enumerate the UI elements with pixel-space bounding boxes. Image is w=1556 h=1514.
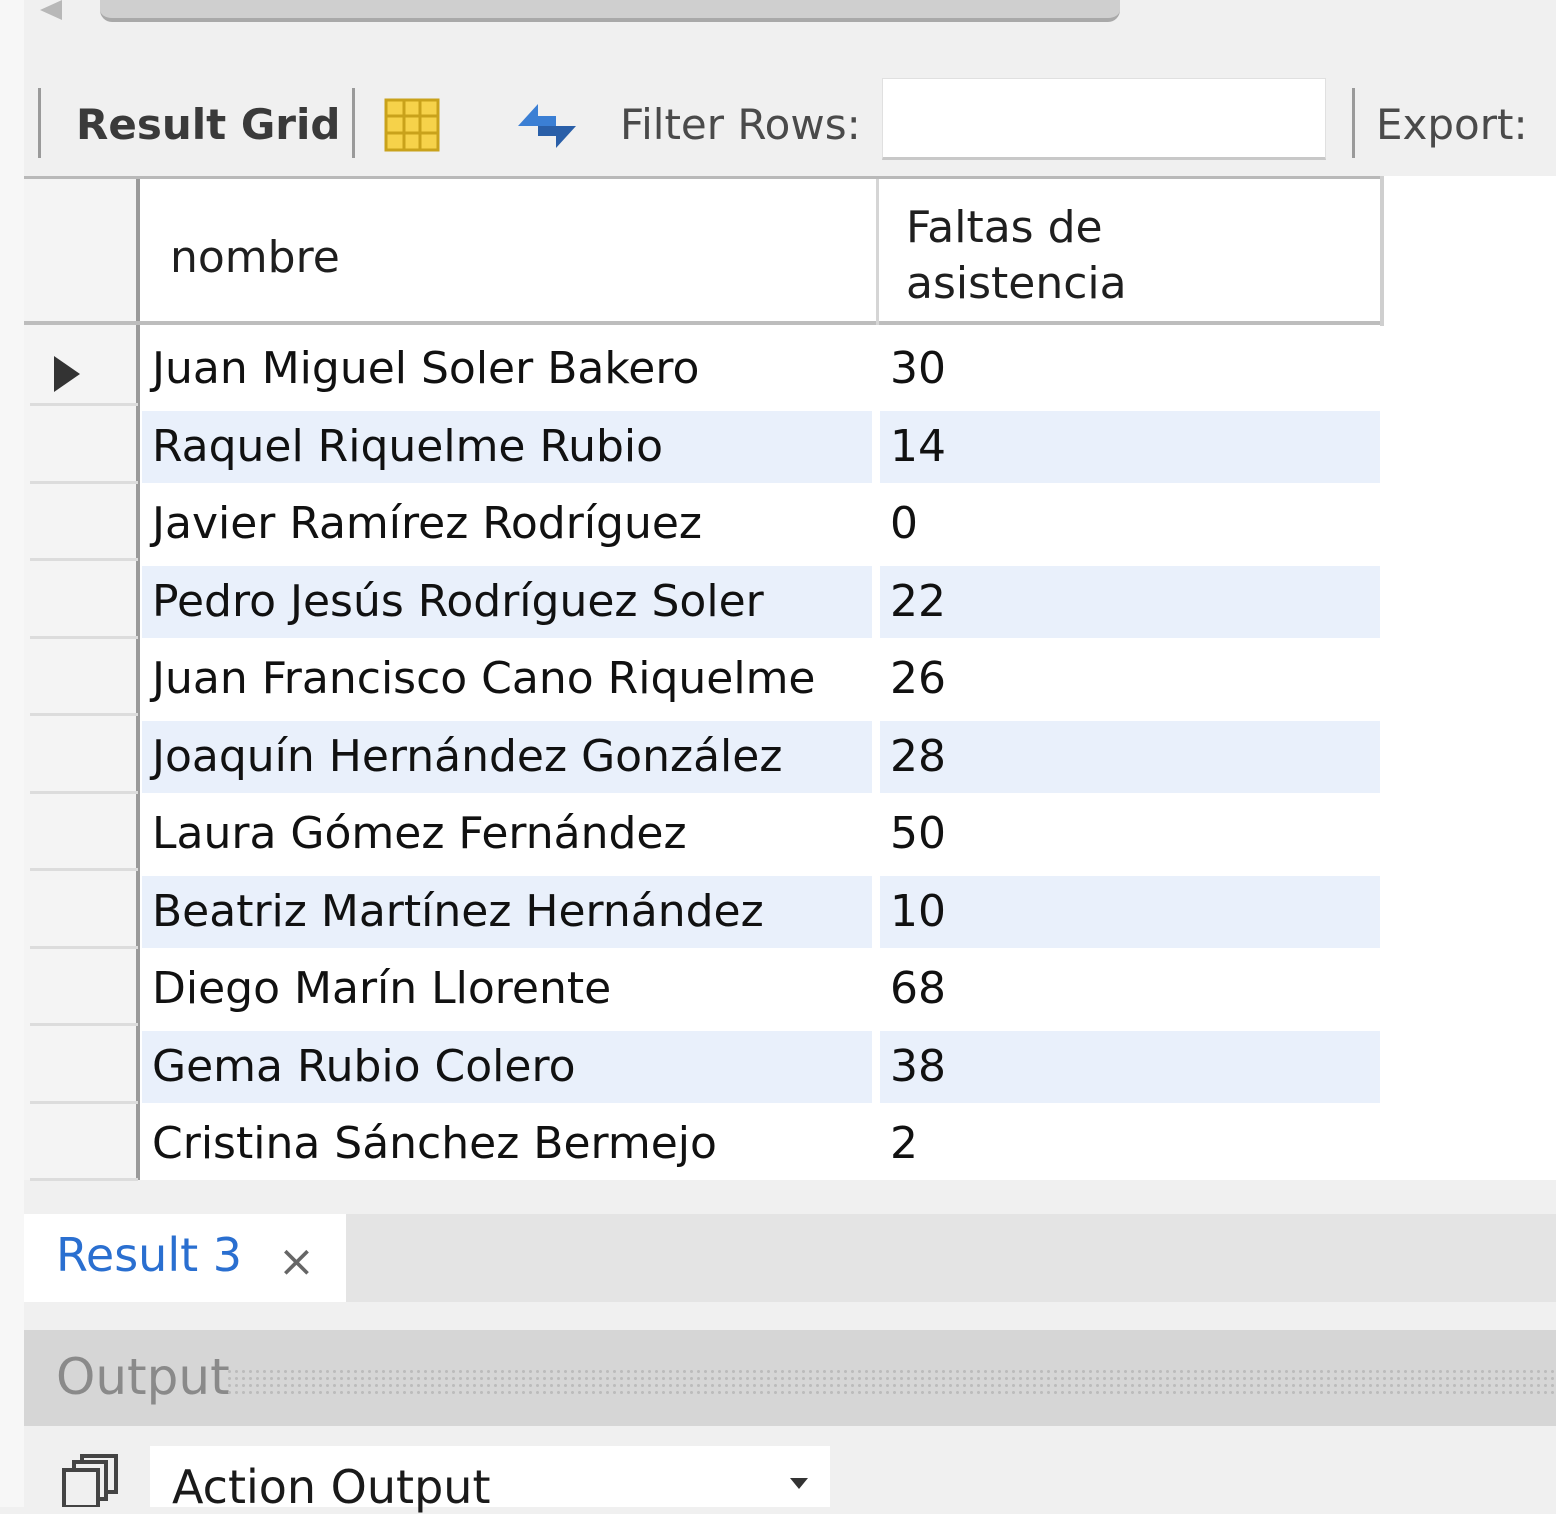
- row-header-separator: [30, 481, 138, 484]
- refresh-icon[interactable]: [508, 96, 586, 156]
- cell-nombre[interactable]: Juan Francisco Cano Riquelme: [152, 653, 816, 704]
- row-header-separator: [30, 403, 138, 406]
- column-gap: [872, 488, 880, 560]
- row-header-separator: [30, 558, 138, 561]
- result-grid-label[interactable]: Result Grid: [76, 100, 340, 149]
- output-type-select-value: Action Output: [172, 1460, 491, 1514]
- row-header-separator: [30, 1101, 138, 1104]
- cell-nombre[interactable]: Gema Rubio Colero: [152, 1041, 576, 1092]
- table-row[interactable]: Laura Gómez Fernández 50: [142, 798, 1380, 870]
- row-pointer-icon: [54, 356, 80, 392]
- cell-faltas[interactable]: 14: [890, 421, 946, 472]
- left-gutter: [0, 0, 24, 1507]
- row-header-separator: [30, 791, 138, 794]
- filter-rows-label: Filter Rows:: [620, 100, 861, 149]
- cell-nombre[interactable]: Raquel Riquelme Rubio: [152, 421, 663, 472]
- column-header-faltas-line: asistencia: [906, 258, 1127, 309]
- column-gap: [872, 643, 880, 715]
- column-separator[interactable]: [876, 179, 879, 325]
- cell-nombre[interactable]: Beatriz Martínez Hernández: [152, 886, 764, 937]
- column-header-faltas-line: Faltas de: [906, 202, 1103, 253]
- cell-faltas[interactable]: 2: [890, 1118, 918, 1169]
- column-gap: [872, 411, 880, 483]
- cell-faltas[interactable]: 0: [890, 498, 918, 549]
- row-header-separator: [30, 868, 138, 871]
- toolbar-separator: [38, 88, 41, 158]
- cell-nombre[interactable]: Javier Ramírez Rodríguez: [152, 498, 702, 549]
- table-row[interactable]: Beatriz Martínez Hernández 10: [142, 876, 1380, 948]
- column-header-faltas[interactable]: Faltas de asistencia: [906, 200, 1127, 312]
- table-row[interactable]: Javier Ramírez Rodríguez 0: [142, 488, 1380, 560]
- table-row[interactable]: Diego Marín Llorente 68: [142, 953, 1380, 1025]
- cell-faltas[interactable]: 10: [890, 886, 946, 937]
- export-label[interactable]: Export:: [1376, 100, 1528, 149]
- column-gap: [872, 566, 880, 638]
- table-row[interactable]: Joaquín Hernández González 28: [142, 721, 1380, 793]
- column-gap: [872, 1108, 880, 1180]
- cell-nombre[interactable]: Pedro Jesús Rodríguez Soler: [152, 576, 764, 627]
- cell-faltas[interactable]: 30: [890, 343, 946, 394]
- table-row[interactable]: Gema Rubio Colero 38: [142, 1031, 1380, 1103]
- table-row[interactable]: Pedro Jesús Rodríguez Soler 22: [142, 566, 1380, 638]
- column-gap: [872, 876, 880, 948]
- cell-nombre[interactable]: Cristina Sánchez Bermejo: [152, 1118, 717, 1169]
- cell-nombre[interactable]: Diego Marín Llorente: [152, 963, 611, 1014]
- filter-rows-input[interactable]: [882, 78, 1326, 160]
- column-gap: [872, 1031, 880, 1103]
- output-drag-handle[interactable]: [226, 1368, 1556, 1396]
- scroll-left-arrow-icon[interactable]: [40, 0, 62, 20]
- row-header-column: [24, 176, 140, 1180]
- row-header-separator: [30, 1023, 138, 1026]
- column-gap: [872, 333, 880, 405]
- toolbar-separator: [1352, 88, 1355, 158]
- cell-faltas[interactable]: 26: [890, 653, 946, 704]
- row-header-separator: [30, 636, 138, 639]
- column-gap: [872, 953, 880, 1025]
- horizontal-scrollbar[interactable]: [40, 0, 1120, 26]
- table-row[interactable]: Juan Miguel Soler Bakero 30: [142, 333, 1380, 405]
- row-header-separator: [30, 1178, 138, 1181]
- column-header-nombre[interactable]: nombre: [170, 232, 340, 283]
- cell-faltas[interactable]: 68: [890, 963, 946, 1014]
- column-gap: [872, 798, 880, 870]
- table-row[interactable]: Cristina Sánchez Bermejo 2: [142, 1108, 1380, 1180]
- cell-faltas[interactable]: 50: [890, 808, 946, 859]
- cell-faltas[interactable]: 22: [890, 576, 946, 627]
- table-row[interactable]: Raquel Riquelme Rubio 14: [142, 411, 1380, 483]
- table-row[interactable]: Juan Francisco Cano Riquelme 26: [142, 643, 1380, 715]
- tab-result-3-label[interactable]: Result 3: [56, 1228, 242, 1282]
- column-gap: [872, 721, 880, 793]
- dropdown-caret-icon[interactable]: [790, 1478, 808, 1489]
- row-header-separator: [30, 946, 138, 949]
- cell-faltas[interactable]: 38: [890, 1041, 946, 1092]
- grid-layout-icon[interactable]: [384, 98, 440, 152]
- cell-nombre[interactable]: Laura Gómez Fernández: [152, 808, 687, 859]
- cell-nombre[interactable]: Joaquín Hernández González: [152, 731, 782, 782]
- cell-nombre[interactable]: Juan Miguel Soler Bakero: [152, 343, 699, 394]
- scrollbar-thumb[interactable]: [100, 0, 1120, 22]
- cell-faltas[interactable]: 28: [890, 731, 946, 782]
- tab-close-icon[interactable]: ×: [278, 1236, 315, 1287]
- row-header-separator: [30, 713, 138, 716]
- toolbar-separator: [352, 88, 355, 158]
- output-title: Output: [56, 1348, 230, 1406]
- column-separator[interactable]: [1380, 176, 1384, 326]
- copy-icon[interactable]: [60, 1454, 122, 1507]
